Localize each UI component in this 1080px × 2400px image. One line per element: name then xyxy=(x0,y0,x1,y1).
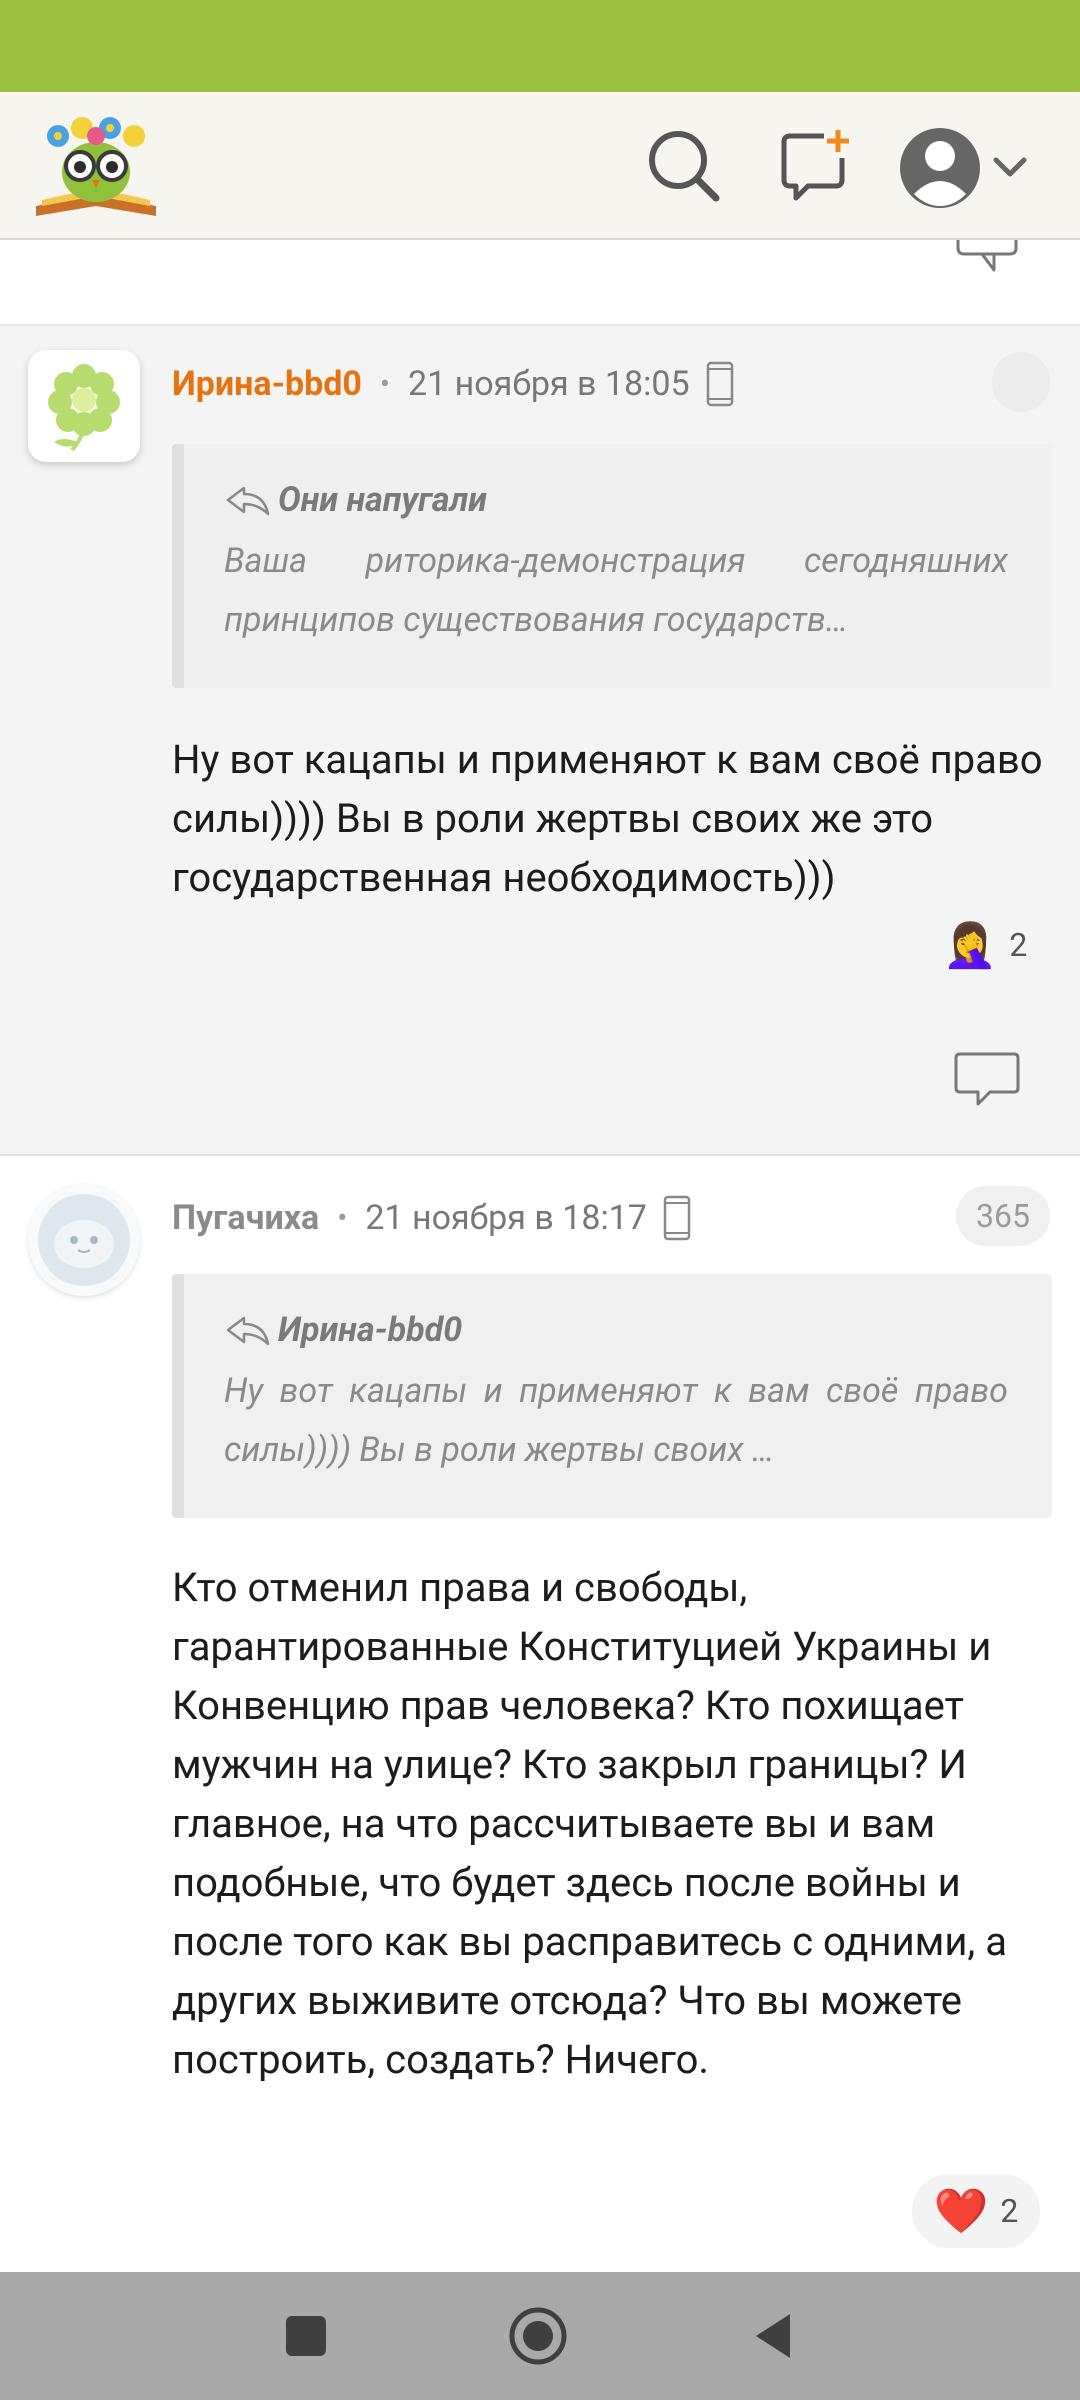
author-name[interactable]: Ирина-bbd0 xyxy=(172,364,362,404)
quoted-comment[interactable]: Они напугали Ваша риторика-демонстрация … xyxy=(172,444,1052,688)
comment-date[interactable]: 21 ноября в 18:17 xyxy=(365,1198,647,1238)
comment-meta: Ирина-bbd0 • 21 ноября в 18:05 xyxy=(172,361,734,407)
rating-badge[interactable] xyxy=(992,352,1050,412)
facepalm-emoji-icon: 🤦‍♀️ xyxy=(942,919,998,971)
search-icon[interactable] xyxy=(646,128,722,204)
comment-item: Ирина-bbd0 • 21 ноября в 18:05 Они напуг… xyxy=(0,326,1080,1156)
reply-arrow-icon xyxy=(226,1316,270,1346)
rating-badge[interactable]: 365 xyxy=(956,1186,1050,1246)
previous-comment-tail xyxy=(0,240,1080,326)
profile-avatar-icon xyxy=(900,128,1027,208)
comment-date[interactable]: 21 ноября в 18:05 xyxy=(408,364,690,404)
new-message-icon[interactable] xyxy=(778,128,854,204)
status-bar xyxy=(0,0,1080,92)
reply-icon[interactable] xyxy=(952,240,1024,276)
quote-author: Они напугали xyxy=(278,480,487,520)
owl-book-logo[interactable] xyxy=(32,110,160,222)
heart-emoji-icon: ❤️ xyxy=(933,2185,989,2237)
back-triangle-icon[interactable] xyxy=(744,2306,804,2366)
reply-arrow-icon xyxy=(226,486,270,516)
quote-text: Ну вот кацапы и применяют к вам своё пра… xyxy=(224,1371,1008,1470)
quote-author: Ирина-bbd0 xyxy=(278,1310,463,1350)
author-name[interactable]: Пугачиха xyxy=(172,1198,319,1238)
profile-menu-button[interactable] xyxy=(898,118,1038,218)
ghost-avatar-icon xyxy=(38,1194,130,1286)
comment-meta: Пугачиха • 21 ноября в 18:17 xyxy=(172,1195,691,1241)
quote-header: Ирина-bbd0 xyxy=(224,1308,1008,1352)
reaction-count: 2 xyxy=(1009,926,1028,964)
comment-item: Пугачиха • 21 ноября в 18:17 365 Ирина-b… xyxy=(0,1156,1080,2272)
reaction-count: 2 xyxy=(1000,2192,1019,2230)
comment-text: Ну вот кацапы и применяют к вам своё пра… xyxy=(172,736,1043,901)
avatar[interactable] xyxy=(28,1184,140,1296)
mobile-phone-icon xyxy=(663,1195,691,1241)
app-header xyxy=(0,92,1080,240)
separator: • xyxy=(379,366,391,402)
quote-header: Они напугали xyxy=(224,478,1008,522)
quoted-comment[interactable]: Ирина-bbd0 Ну вот кацапы и применяют к в… xyxy=(172,1274,1052,1518)
reaction-button[interactable]: ❤️ 2 xyxy=(912,2174,1040,2248)
comment-text: Кто отменил права и свободы, гарантирова… xyxy=(172,1564,1007,2083)
home-circle-icon[interactable] xyxy=(508,2306,568,2366)
mobile-phone-icon xyxy=(706,361,733,407)
flower-avatar-icon xyxy=(48,364,120,452)
reply-icon[interactable] xyxy=(954,1050,1020,1106)
recents-square-icon[interactable] xyxy=(276,2306,336,2366)
system-nav-bar xyxy=(0,2272,1080,2400)
avatar[interactable] xyxy=(28,350,140,462)
quote-text: Ваша риторика-демонстрация сегодняшних п… xyxy=(224,541,1008,640)
separator: • xyxy=(337,1200,348,1236)
reaction-button[interactable]: 🤦‍♀️ 2 xyxy=(930,908,1040,982)
